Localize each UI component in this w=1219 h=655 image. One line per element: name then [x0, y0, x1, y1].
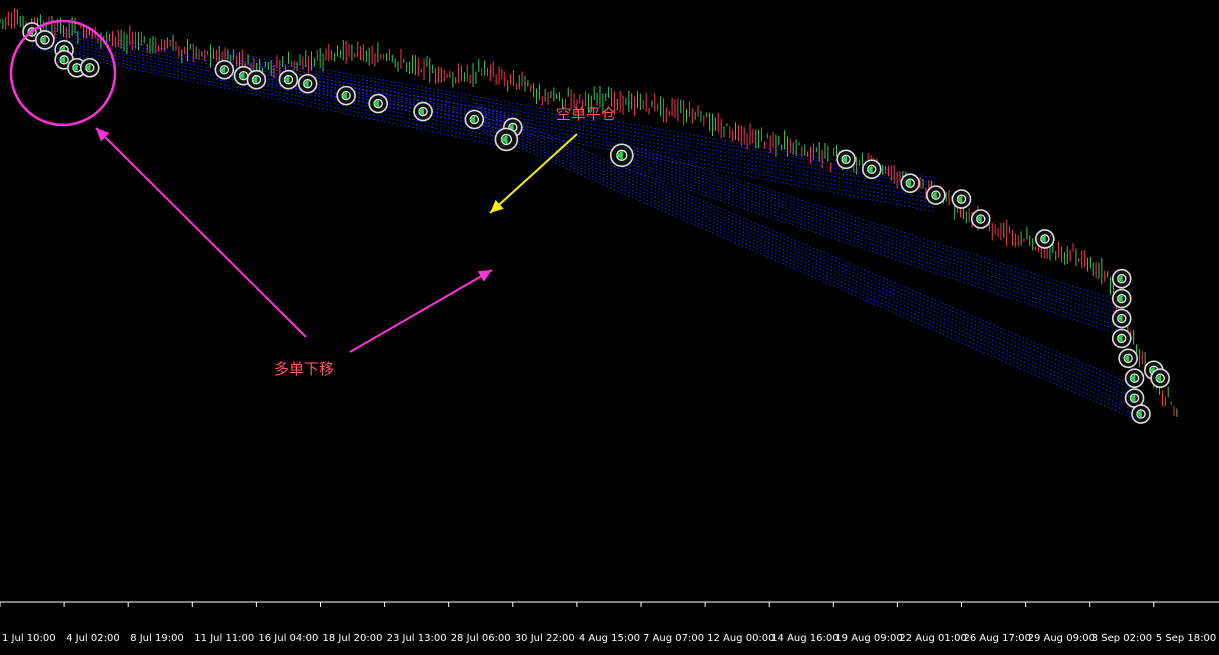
x-tick-label: 4 Aug 15:00 — [579, 633, 640, 644]
close-short-marker — [214, 59, 235, 80]
x-tick-label: 12 Aug 00:00 — [707, 633, 774, 644]
annotation-close-short: 空单平仓 — [556, 105, 616, 123]
close-short-marker — [1150, 368, 1171, 389]
close-short-marker — [1111, 268, 1132, 289]
x-tick-label: 5 Sep 18:00 — [1156, 633, 1216, 644]
price-chart: 1 Jul 10:00 4 Jul 02:00 8 Jul 19:00 11 Jul … — [0, 7, 1219, 644]
trendline — [31, 29, 513, 124]
move-long-marker — [609, 143, 634, 168]
move-long-marker — [494, 127, 519, 152]
close-short-marker — [1118, 348, 1138, 369]
close-short-marker — [836, 149, 856, 170]
close-short-marker — [297, 73, 318, 94]
trendline — [31, 38, 513, 137]
close-short-marker — [1131, 404, 1151, 424]
x-tick-label: 18 Jul 20:00 — [323, 633, 383, 644]
x-tick-label: 4 Jul 02:00 — [66, 633, 120, 644]
close-short-marker — [900, 173, 921, 193]
x-tick-label: 1 Jul 10:00 — [2, 633, 56, 644]
x-tick-label: 8 Jul 19:00 — [130, 633, 184, 644]
close-short-marker — [464, 109, 485, 130]
close-short-marker — [1111, 308, 1132, 329]
close-short-marker — [1111, 328, 1132, 349]
close-short-marker — [861, 159, 882, 180]
trendline — [31, 32, 513, 128]
x-tick-label: 29 Aug 09:00 — [1028, 633, 1095, 644]
x-tick-label: 7 Aug 07:00 — [643, 633, 704, 644]
trendline — [31, 41, 513, 141]
close-short-marker — [1035, 229, 1055, 249]
close-short-marker — [951, 189, 972, 209]
close-short-marker — [278, 69, 299, 90]
trendline — [474, 118, 1135, 407]
close-short-marker — [336, 85, 356, 106]
x-tick-label: 28 Jul 06:00 — [451, 633, 511, 644]
x-tick-label: 23 Jul 13:00 — [387, 633, 447, 644]
close-short-marker — [1111, 288, 1132, 309]
close-short-marker — [368, 93, 388, 114]
trendline — [224, 66, 936, 200]
chart-container: 1 Jul 10:00 4 Jul 02:00 8 Jul 19:00 11 Jul … — [0, 0, 1219, 651]
trendline — [474, 121, 1135, 411]
x-tick-label: 26 Aug 17:00 — [964, 633, 1031, 644]
trendline — [224, 60, 936, 192]
trendline — [224, 69, 936, 204]
arrow-move-long-a — [95, 127, 307, 338]
x-tick-label: 14 Aug 16:00 — [771, 633, 838, 644]
trendline — [474, 124, 1135, 416]
trendline — [31, 44, 513, 145]
x-tick-label: 16 Jul 04:00 — [258, 633, 318, 644]
x-tick-label: 30 Jul 22:00 — [515, 633, 575, 644]
x-tick-label: 3 Sep 02:00 — [1092, 633, 1152, 644]
close-short-marker — [79, 57, 100, 78]
close-short-marker — [970, 209, 991, 229]
x-tick-label: 19 Aug 09:00 — [835, 633, 902, 644]
close-short-marker — [413, 101, 433, 122]
trendline — [474, 115, 1135, 403]
annotation-move-long: 多单下移 — [274, 360, 334, 378]
close-short-marker — [1124, 368, 1145, 389]
x-tick-label: 11 Jul 11:00 — [194, 633, 254, 644]
close-short-marker — [246, 69, 267, 90]
trendline — [224, 72, 936, 209]
close-short-marker — [35, 30, 55, 50]
close-short-marker — [926, 185, 946, 205]
x-tick-label: 22 Aug 01:00 — [899, 633, 966, 644]
arrow-move-long-b — [349, 269, 493, 353]
trendline — [224, 63, 936, 196]
